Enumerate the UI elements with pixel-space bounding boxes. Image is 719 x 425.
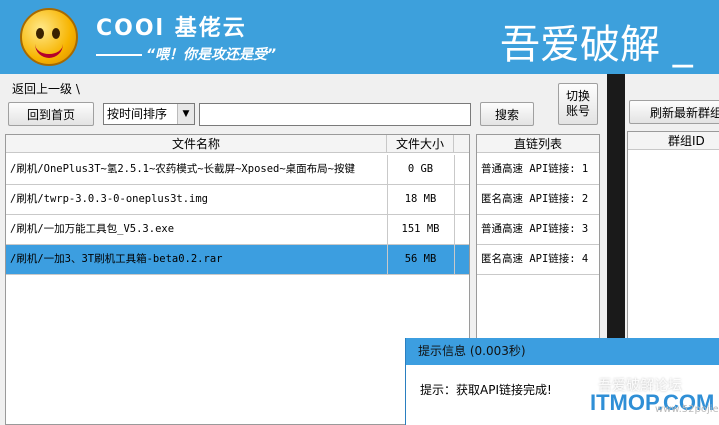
slogan: “喂！你是攻还是受” <box>96 44 276 64</box>
file-name: /刷机/OnePlus3T~氢2.5.1~农药模式~长截屏~Xposed~桌面布… <box>10 163 356 175</box>
column-header-size[interactable]: 文件大小 <box>387 135 454 153</box>
sort-select-value: 按时间排序 <box>107 107 168 121</box>
search-input[interactable] <box>199 103 471 126</box>
table-row[interactable]: /刷机/twrp-3.0.3-0-oneplus3t.img 18 MB <box>6 185 469 215</box>
popup-title: 提示信息 (0.003秒) <box>406 338 719 365</box>
list-item[interactable]: 普通高速 API链接: 1 <box>477 155 599 185</box>
watermark-url: www.52pojie.cn <box>655 404 719 415</box>
app-banner: COOl 基佬云 “喂！你是攻还是受” 吾爱破解 _ <box>0 0 719 74</box>
banner-title: 吾爱破解 _ <box>500 22 693 68</box>
refresh-groups-button[interactable]: 刷新最新群组 <box>629 100 719 124</box>
switch-account-button[interactable]: 切换账号 <box>558 83 598 125</box>
file-name: /刷机/一加3、3T刷机工具箱-beta0.2.rar <box>10 253 223 265</box>
table-row[interactable]: /刷机/OnePlus3T~氢2.5.1~农药模式~长截屏~Xposed~桌面布… <box>6 155 469 185</box>
column-header-links[interactable]: 直链列表 <box>477 135 599 153</box>
file-size: 0 GB <box>387 155 453 184</box>
file-size: 56 MB <box>387 245 453 274</box>
brand-name: COOl 基佬云 <box>96 16 247 41</box>
popup-message: 提示：获取API链接完成! <box>420 383 552 397</box>
column-header-group-id[interactable]: 群组ID <box>628 132 719 150</box>
smiley-logo-icon <box>20 8 78 66</box>
list-item[interactable]: 匿名高速 API链接: 4 <box>477 245 599 275</box>
table-row[interactable]: /刷机/一加万能工具包_V5.3.exe 151 MB <box>6 215 469 245</box>
search-button[interactable]: 搜索 <box>480 102 534 126</box>
column-header-extra <box>454 135 469 153</box>
file-size: 18 MB <box>387 185 453 214</box>
column-header-name[interactable]: 文件名称 <box>6 135 387 153</box>
file-list[interactable]: 文件名称 文件大小 /刷机/OnePlus3T~氢2.5.1~农药模式~长截屏~… <box>5 134 470 425</box>
list-item[interactable]: 匿名高速 API链接: 2 <box>477 185 599 215</box>
list-item[interactable]: 普通高速 API链接: 3 <box>477 215 599 245</box>
file-size: 151 MB <box>387 215 453 244</box>
file-name: /刷机/一加万能工具包_V5.3.exe <box>10 223 175 235</box>
table-row-selected[interactable]: /刷机/一加3、3T刷机工具箱-beta0.2.rar 56 MB <box>6 245 469 275</box>
file-name: /刷机/twrp-3.0.3-0-oneplus3t.img <box>10 193 209 205</box>
home-button[interactable]: 回到首页 <box>8 102 94 126</box>
sort-select[interactable]: 按时间排序 ▼ <box>103 103 195 125</box>
chevron-down-icon[interactable]: ▼ <box>177 104 194 124</box>
back-up-link[interactable]: 返回上一级 \ <box>12 80 80 97</box>
